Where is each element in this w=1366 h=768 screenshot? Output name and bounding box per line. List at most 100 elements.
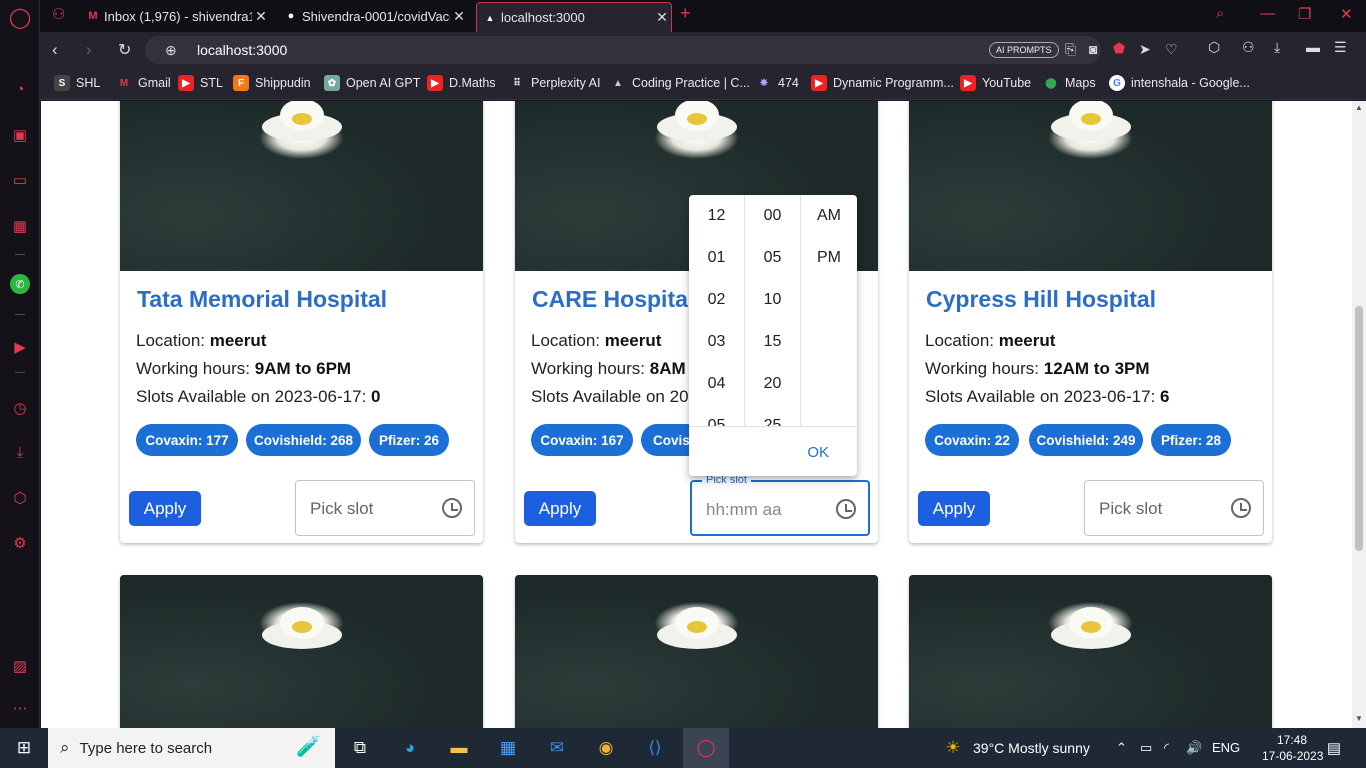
windows-start-icon[interactable]: ⊞ (12, 736, 36, 760)
meridiem-option[interactable]: PM (801, 237, 857, 279)
close-tab-icon[interactable]: ✕ (653, 9, 671, 26)
box-icon[interactable]: ⬡ (1208, 39, 1220, 56)
easy-setup-icon[interactable]: ☰ (1334, 39, 1347, 56)
adblock-icon[interactable]: ⬟ (1113, 40, 1125, 57)
bookmark-maps[interactable]: ⬤ Maps (1043, 75, 1095, 91)
language-indicator[interactable]: ENG (1212, 740, 1240, 755)
minute-option[interactable]: 15 (745, 321, 800, 363)
bookmark-coding[interactable]: ▲ Coding Practice | C... (610, 75, 750, 91)
bookmark-shippudin[interactable]: F Shippudin (233, 75, 311, 91)
notifications-icon[interactable]: ▤ (1322, 736, 1346, 760)
close-tab-icon[interactable]: ✕ (252, 8, 270, 25)
vaccine-chip[interactable]: Covaxin: 177 (136, 424, 238, 456)
send-icon[interactable]: ➤ (1139, 41, 1151, 58)
weather-icon[interactable]: ☀ (941, 736, 965, 760)
bookmark-stl[interactable]: ▶ STL (178, 75, 223, 91)
twitch-icon[interactable]: ▭ (9, 169, 31, 191)
hour-option[interactable]: 01 (689, 237, 744, 279)
file-explorer-icon[interactable]: ▬ (447, 736, 471, 760)
hour-option[interactable]: 12 (689, 195, 744, 237)
hours-column[interactable]: 12 01 02 03 04 05 (689, 195, 745, 427)
bookmark-internshala[interactable]: Gintenshala - Google... (1109, 75, 1250, 91)
vaccine-chip[interactable]: Pfizer: 28 (1151, 424, 1231, 456)
reload-icon[interactable]: ↻ (118, 40, 131, 60)
hour-option[interactable]: 02 (689, 279, 744, 321)
apply-button[interactable]: Apply (918, 491, 990, 526)
hour-option[interactable]: 04 (689, 363, 744, 405)
tab-menu-icon[interactable]: ⚇ (52, 5, 65, 23)
minute-option[interactable]: 05 (745, 237, 800, 279)
bookmark-shl[interactable]: S SHL (54, 75, 100, 91)
vaccine-chip[interactable]: Covaxin: 22 (925, 424, 1019, 456)
history-icon[interactable]: ◷ (9, 397, 31, 419)
clock-icon[interactable] (836, 499, 856, 519)
new-tab-icon[interactable]: + (680, 3, 691, 24)
cpu-icon[interactable]: ▦ (9, 215, 31, 237)
apply-button[interactable]: Apply (524, 491, 596, 526)
search-icon[interactable]: ⌕ (1216, 5, 1224, 22)
whatsapp-icon[interactable]: ✆ (10, 274, 30, 294)
minute-option[interactable]: 10 (745, 279, 800, 321)
page-scrollbar[interactable]: ▲ ▼ (1352, 101, 1366, 728)
meridiem-option[interactable]: AM (801, 195, 857, 237)
camera-icon[interactable]: ◙ (1089, 41, 1097, 57)
bookmark-dmaths[interactable]: ▶ D.Maths (427, 75, 496, 91)
close-window-icon[interactable]: ✕ (1340, 5, 1353, 23)
hour-option[interactable]: 03 (689, 321, 744, 363)
tab-github[interactable]: ● Shivendra-0001/covidVacci ✕ (278, 3, 468, 29)
close-tab-icon[interactable]: ✕ (450, 8, 468, 25)
heart-icon[interactable]: ♡ (1165, 41, 1178, 58)
chevron-up-icon[interactable]: ⌃ (1116, 740, 1127, 756)
account-icon[interactable]: ⚇ (1242, 39, 1255, 56)
weather-text[interactable]: 39°C Mostly sunny (973, 740, 1090, 756)
wifi-icon[interactable]: ◜ (1164, 740, 1169, 756)
task-view-icon[interactable]: ⧉ (348, 736, 372, 760)
apply-button[interactable]: Apply (129, 491, 201, 526)
extensions-icon[interactable]: ⬡ (9, 487, 31, 509)
bookmark-474[interactable]: ✵ 474 (756, 75, 799, 91)
briefcase-icon[interactable]: ▣ (9, 124, 31, 146)
clock[interactable]: 17:48 17-06-2023 (1262, 733, 1323, 763)
mail-icon[interactable]: ✉ (545, 736, 569, 760)
restore-icon[interactable]: ❐ (1298, 5, 1311, 23)
player-icon[interactable]: ▶ (9, 336, 31, 358)
clock-icon[interactable] (442, 498, 462, 518)
bookmark-openai[interactable]: ✿ Open AI GPT (324, 75, 420, 91)
volume-icon[interactable]: 🔊 (1186, 740, 1202, 756)
meridiem-column[interactable]: AM PM (801, 195, 857, 427)
tab-gmail[interactable]: M Inbox (1,976) - shivendra18 ✕ (80, 3, 270, 29)
downloads-icon[interactable]: ⤓ (9, 441, 31, 463)
minute-option[interactable]: 25 (745, 405, 800, 427)
vaccine-chip[interactable]: Covishield: 249 (1029, 424, 1143, 456)
minimize-icon[interactable]: — (1260, 5, 1275, 22)
url-field[interactable]: ⊕ localhost:3000 AI PROMPTS ⎘ ◙ ⬟ ➤ ♡ (145, 36, 1178, 64)
scroll-up-icon[interactable]: ▲ (1355, 103, 1363, 112)
bookmark-perplexity[interactable]: ⠿ Perplexity AI (509, 75, 600, 91)
taskbar-search[interactable]: ⌕ Type here to search 🧪 (48, 728, 335, 768)
battery-icon[interactable]: ▭ (1140, 740, 1152, 756)
snapshot-icon[interactable]: ⎘ (1065, 41, 1076, 58)
pick-slot-input[interactable]: Pick slot hh:mm aa (690, 474, 870, 536)
scroll-thumb[interactable] (1355, 306, 1363, 551)
image-icon[interactable]: ▨ (9, 655, 31, 677)
pick-slot-input[interactable]: Pick slot (1084, 480, 1264, 536)
speed-dial-icon[interactable]: ◔ (9, 78, 31, 100)
download-icon[interactable]: ⤓ (1274, 39, 1280, 56)
chrome-icon[interactable]: ◉ (594, 736, 618, 760)
tab-localhost[interactable]: ▲ localhost:3000 ✕ (476, 2, 672, 32)
bookmark-dp[interactable]: ▶ Dynamic Programm... (811, 75, 954, 91)
pick-slot-input[interactable]: Pick slot (295, 480, 475, 536)
edge-icon[interactable]: ◕ (398, 736, 422, 760)
opera-logo-icon[interactable]: ◯ (9, 6, 31, 29)
forward-icon[interactable]: › (86, 40, 92, 60)
settings-icon[interactable]: ⚙ (9, 532, 31, 554)
minutes-column[interactable]: 00 05 10 15 20 25 (745, 195, 801, 427)
bookmark-youtube[interactable]: ▶ YouTube (960, 75, 1031, 91)
vaccine-chip[interactable]: Pfizer: 26 (369, 424, 449, 456)
bookmark-gmail[interactable]: M Gmail (116, 75, 171, 91)
clock-icon[interactable] (1231, 498, 1251, 518)
hour-option[interactable]: 05 (689, 405, 744, 427)
scroll-down-icon[interactable]: ▼ (1355, 714, 1363, 723)
more-icon[interactable]: ⋯ (9, 697, 31, 719)
vscode-icon[interactable]: ⟨⟩ (643, 736, 667, 760)
